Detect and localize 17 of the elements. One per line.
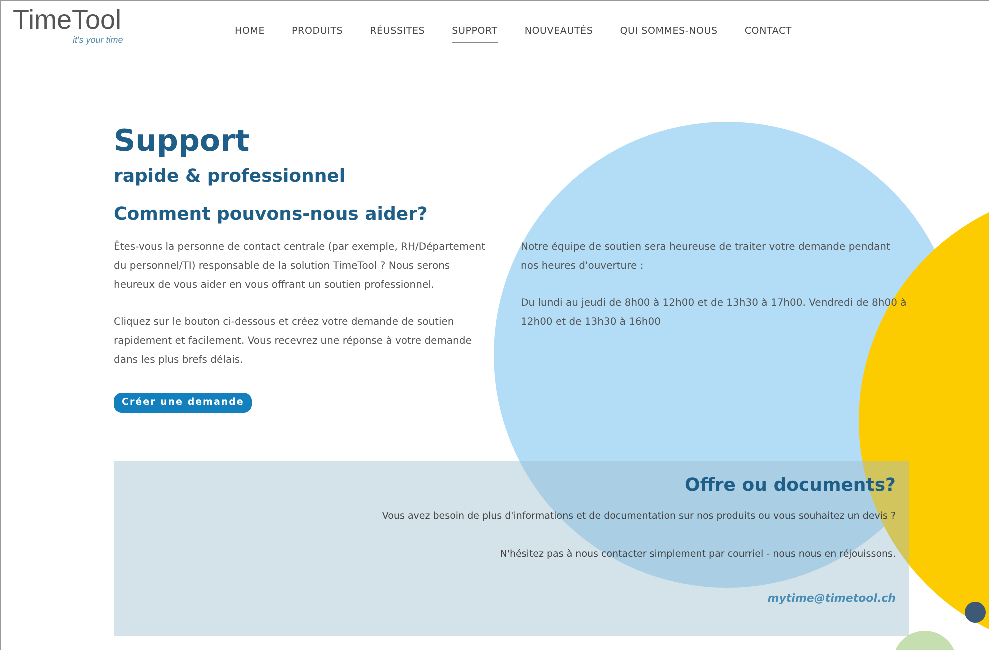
logo-wordmark[interactable]: TimeTool bbox=[13, 5, 122, 35]
page-title: Support bbox=[114, 127, 251, 157]
section-heading: Comment pouvons-nous aider? bbox=[114, 204, 429, 226]
hours-paragraph: Notre équipe de soutien sera heureuse de traiter votre demande pendant nos heures d'ouverture : bbox=[521, 240, 892, 274]
nav-link[interactable]: PRODUITS bbox=[292, 23, 344, 44]
nav-link[interactable]: QUI SOMMES-NOUS bbox=[620, 23, 718, 44]
body-paragraph: Êtes-vous la personne de contact centrale (par exemple, RH/Département du personnel/TI) responsable de la solution TimeTool ? Nous serons heureux de vous aider en vous offrant un soutien professionnel. bbox=[114, 240, 487, 293]
body-paragraph: Cliquez sur le bouton ci-dessous et créez votre demande de soutien rapidement et facilement. Vous recevrez une réponse à votre demande dans les plus brefs délais. bbox=[114, 316, 473, 368]
logo-tagline: it's your time bbox=[73, 36, 124, 45]
offer-paragraph: N'hésitez pas à nous contacter simplement par courriel - nous nous en réjouissons. bbox=[499, 548, 896, 562]
create-request-button[interactable]: Créer une demande bbox=[114, 392, 252, 413]
nav-link[interactable]: RÉUSSITES bbox=[370, 23, 426, 44]
page-subtitle: rapide & professionnel bbox=[114, 165, 347, 189]
nav-link[interactable]: CONTACT bbox=[744, 23, 792, 44]
nav-link[interactable]: SUPPORT bbox=[452, 23, 498, 44]
nav-link[interactable]: HOME bbox=[235, 23, 266, 44]
nav-link[interactable]: NOUVEAUTÉS bbox=[524, 23, 594, 44]
